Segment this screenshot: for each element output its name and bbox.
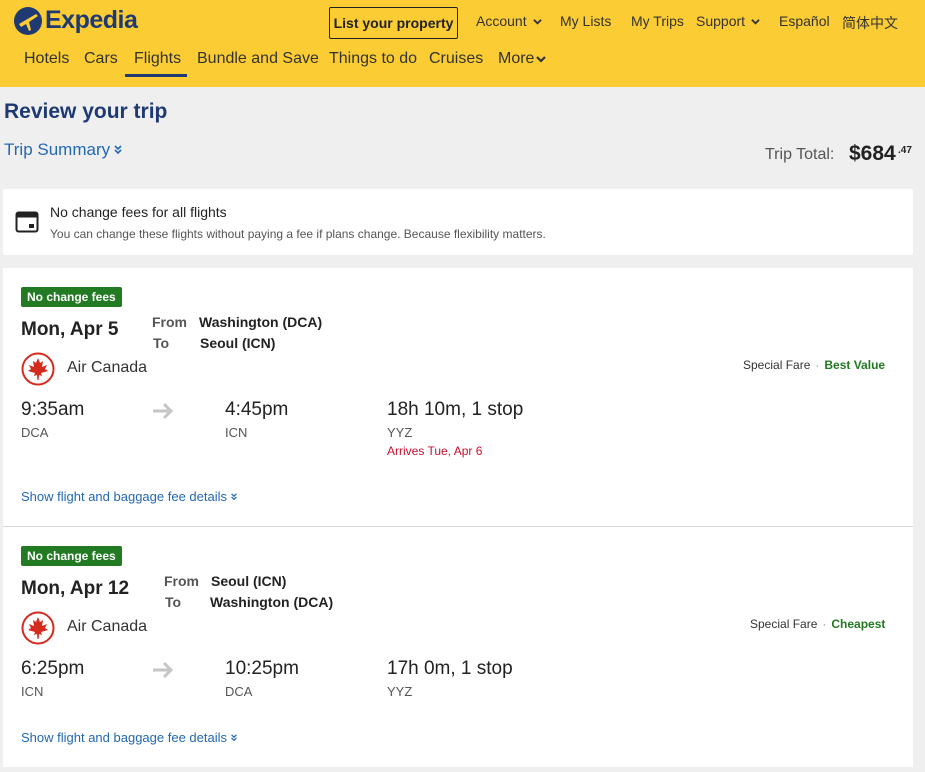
- double-chevron-down-icon: [231, 492, 237, 500]
- fare-info: Special Fare · Best Value: [743, 358, 885, 372]
- trip-total-amount: $684: [849, 142, 896, 165]
- nav-cars[interactable]: Cars: [84, 50, 118, 68]
- from-label: From: [152, 314, 187, 330]
- to-city: Washington (DCA): [210, 594, 334, 610]
- expedia-logo[interactable]: Expedia: [14, 6, 138, 35]
- arrive-airport-code: ICN: [225, 425, 248, 440]
- double-chevron-down-icon: [114, 145, 122, 155]
- fare-info: Special Fare · Cheapest: [750, 617, 885, 631]
- notice-title: No change fees for all flights: [50, 204, 227, 220]
- flight-details-label: Show flight and baggage fee details: [21, 730, 227, 745]
- chevron-down-icon: [751, 18, 760, 25]
- to-label: To: [153, 335, 170, 351]
- from-city: Washington (DCA): [199, 314, 323, 330]
- to-label: To: [165, 594, 182, 610]
- arrive-time: 10:25pm: [225, 658, 299, 679]
- globe-plane-icon: [14, 6, 42, 35]
- nav-flights[interactable]: Flights: [134, 50, 181, 68]
- site-header: Expedia List your property Account My Li…: [0, 0, 925, 87]
- support-menu[interactable]: Support: [696, 13, 760, 29]
- airline-name: Air Canada: [67, 618, 148, 635]
- nav-things-to-do[interactable]: Things to do: [329, 50, 417, 68]
- flight-card-outbound: No change fees Mon, Apr 5 From Washingto…: [3, 268, 913, 526]
- arrives-next-day-note: Arrives Tue, Apr 6: [387, 444, 483, 458]
- fare-type: Special Fare: [743, 358, 811, 372]
- list-your-property-button[interactable]: List your property: [329, 7, 458, 39]
- double-chevron-down-icon: [231, 733, 237, 741]
- fare-separator: ·: [822, 617, 827, 631]
- calendar-icon: [15, 211, 39, 233]
- stop-airport-code: YYZ: [387, 425, 413, 440]
- flight-details-label: Show flight and baggage fee details: [21, 489, 227, 504]
- nav-hotels[interactable]: Hotels: [24, 50, 69, 68]
- no-change-fees-badge: No change fees: [21, 287, 122, 307]
- arrive-time: 4:45pm: [225, 399, 289, 420]
- from-city: Seoul (ICN): [211, 573, 287, 589]
- nav-more-label: More: [498, 50, 535, 67]
- fare-tag: Cheapest: [831, 617, 886, 631]
- my-trips-link[interactable]: My Trips: [631, 13, 684, 29]
- active-nav-indicator: [125, 74, 187, 77]
- logo-text: Expedia: [45, 6, 138, 34]
- no-change-fees-notice: No change fees for all flights You can c…: [3, 189, 913, 255]
- fare-type: Special Fare: [750, 617, 818, 631]
- trip-total-cents: .47: [898, 145, 912, 156]
- flight-date: Mon, Apr 5: [21, 319, 119, 340]
- fare-separator: ·: [815, 358, 820, 372]
- airline-name: Air Canada: [67, 359, 148, 376]
- arrive-airport-code: DCA: [225, 684, 253, 699]
- trip-total-label: Trip Total:: [765, 146, 835, 163]
- flight-details-link[interactable]: Show flight and baggage fee details: [21, 730, 238, 745]
- depart-time: 9:35am: [21, 399, 85, 420]
- arrow-right-icon: [153, 402, 174, 420]
- to-city: Seoul (ICN): [200, 335, 276, 351]
- flight-card-return: No change fees Mon, Apr 12 From Seoul (I…: [3, 527, 913, 767]
- nav-cruises[interactable]: Cruises: [429, 50, 483, 68]
- nav-more[interactable]: More: [498, 50, 547, 68]
- nav-bundle-and-save[interactable]: Bundle and Save: [197, 50, 319, 68]
- arrow-right-icon: [153, 661, 174, 679]
- espanol-link[interactable]: Español: [779, 13, 830, 29]
- flight-duration: 17h 0m, 1 stop: [387, 658, 513, 679]
- depart-airport-code: ICN: [21, 684, 44, 699]
- stop-airport-code: YYZ: [387, 684, 413, 699]
- trip-summary-toggle[interactable]: Trip Summary: [4, 140, 123, 160]
- trip-summary-label: Trip Summary: [4, 140, 111, 159]
- chevron-down-icon: [532, 18, 542, 25]
- chevron-down-icon: [536, 56, 547, 63]
- my-lists-link[interactable]: My Lists: [560, 13, 611, 29]
- no-change-fees-badge: No change fees: [21, 546, 122, 566]
- notice-subtitle: You can change these flights without pay…: [50, 227, 546, 241]
- air-canada-logo-icon: [21, 611, 55, 645]
- from-label: From: [164, 573, 199, 589]
- chinese-link[interactable]: 简体中文: [842, 13, 898, 33]
- air-canada-logo-icon: [21, 352, 55, 386]
- depart-airport-code: DCA: [21, 425, 49, 440]
- account-menu[interactable]: Account: [476, 13, 542, 29]
- page-title: Review your trip: [4, 100, 168, 123]
- support-label: Support: [696, 13, 746, 29]
- depart-time: 6:25pm: [21, 658, 85, 679]
- flight-duration: 18h 10m, 1 stop: [387, 399, 524, 420]
- flight-date: Mon, Apr 12: [21, 578, 130, 599]
- fare-tag: Best Value: [824, 358, 886, 372]
- account-label: Account: [476, 13, 527, 29]
- flight-details-link[interactable]: Show flight and baggage fee details: [21, 489, 238, 504]
